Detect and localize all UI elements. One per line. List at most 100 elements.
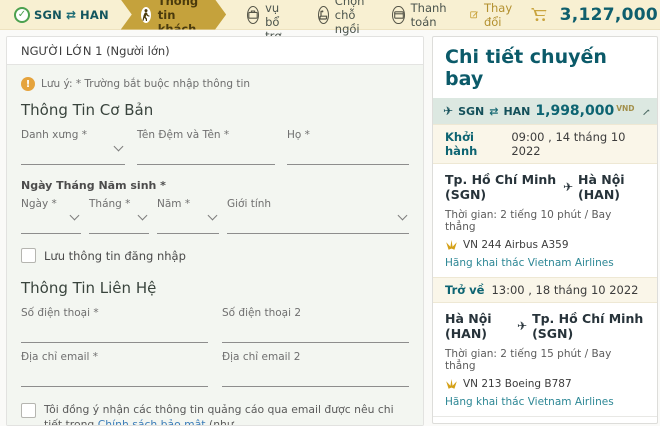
step-passenger-info[interactable]: Thông tin khách xyxy=(121,0,226,30)
marketing-consent-checkbox[interactable] xyxy=(21,403,36,418)
booking-steps-bar: ✓ SGN ⇄ HAN Thông tin khách Dịch vụ bổ t… xyxy=(0,0,660,30)
outbound-flight: VN 244 Airbus A359 xyxy=(463,239,569,251)
chevron-up-icon[interactable] xyxy=(642,109,649,116)
phone2-field[interactable]: Số điện thoại 2 xyxy=(222,305,409,343)
given-name-field[interactable]: Tên Đệm và Tên * xyxy=(137,127,275,165)
route-summary: ✓ SGN ⇄ HAN xyxy=(0,7,119,23)
inbound-header: Trở về 13:00 , 18 tháng 10 2022 xyxy=(433,277,657,303)
outbound-from: Tp. Hồ Chí Minh (SGN) xyxy=(445,172,558,202)
surname-field[interactable]: Họ * xyxy=(287,127,409,165)
change-booking-button[interactable]: Thay đổi xyxy=(470,1,516,29)
marketing-consent-row: Tôi đồng ý nhận các thông tin quảng cáo … xyxy=(21,403,409,426)
inbound-operator: Hãng khai thác Vietnam Airlines xyxy=(445,396,645,408)
plane-icon: ✈ xyxy=(443,104,453,118)
flight-summary-bar[interactable]: ✈ SGN ⇄ HAN 1,998,000VND xyxy=(433,98,657,124)
save-login-label: Lưu thông tin đăng nhập xyxy=(44,249,186,263)
required-note: ! Lưu ý: * Trường bắt buộc nhập thông ti… xyxy=(21,77,409,91)
note-label: Lưu ý: xyxy=(41,78,73,90)
dob-month-label: Tháng * xyxy=(89,198,149,210)
cart-icon[interactable] xyxy=(531,7,548,22)
flight-details-card: Chi tiết chuyến bay ✈ SGN ⇄ HAN 1,998,00… xyxy=(432,36,658,424)
passenger-form-body: ! Lưu ý: * Trường bắt buộc nhập thông ti… xyxy=(7,65,423,426)
outbound-duration: Thời gian: 2 tiếng 10 phút / Bay thẳng xyxy=(445,209,645,233)
gender-label: Giới tính xyxy=(227,198,409,210)
basic-info-heading: Thông Tin Cơ Bản xyxy=(21,101,409,119)
phone2-input[interactable] xyxy=(222,319,409,343)
phone2-label: Số điện thoại 2 xyxy=(222,307,409,319)
active-tab-notch xyxy=(119,93,137,101)
privacy-policy-link[interactable]: Chính sách bảo mật xyxy=(98,418,206,426)
step-payment[interactable]: Thanh toán xyxy=(392,1,452,29)
email-input[interactable] xyxy=(21,363,208,387)
gender-input[interactable] xyxy=(227,210,409,234)
summary-from: SGN xyxy=(458,105,484,118)
inbound-duration: Thời gian: 2 tiếng 15 phút / Bay thẳng xyxy=(445,348,645,372)
flight-details-title: Chi tiết chuyến bay xyxy=(433,37,657,98)
passenger-tab[interactable]: NGƯỜI LỚN 1 (Người lớn) xyxy=(7,37,423,65)
title-select[interactable]: Danh xưng * xyxy=(21,127,125,165)
email2-field[interactable]: Địa chỉ email 2 xyxy=(222,349,409,387)
email-label: Địa chỉ email * xyxy=(21,351,208,363)
email2-input[interactable] xyxy=(222,363,409,387)
outbound-detail: Tp. Hồ Chí Minh (SGN) ✈ Hà Nội (HAN) Thờ… xyxy=(433,164,657,277)
surname-input[interactable] xyxy=(287,141,409,165)
inbound-detail: Hà Nội (HAN) ✈ Tp. Hồ Chí Minh (SGN) Thờ… xyxy=(433,303,657,416)
edit-pencil-icon xyxy=(470,8,479,21)
outbound-operator: Hãng khai thác Vietnam Airlines xyxy=(445,257,645,269)
given-name-label: Tên Đệm và Tên * xyxy=(137,129,275,141)
dob-day-select[interactable]: Ngày * xyxy=(21,196,81,234)
inbound-label: Trở về xyxy=(445,283,484,297)
step-label: Thông tin khách xyxy=(158,0,204,36)
step-seat-selection[interactable]: Chọn chỗ ngồi xyxy=(318,0,372,36)
inbound-from: Hà Nội (HAN) xyxy=(445,311,512,341)
plane-icon: ✈ xyxy=(517,319,527,333)
surname-label: Họ * xyxy=(287,129,409,141)
passenger-form-card: NGƯỜI LỚN 1 (Người lớn) ! Lưu ý: * Trườn… xyxy=(6,36,424,426)
phone-input[interactable] xyxy=(21,319,208,343)
save-login-checkbox[interactable] xyxy=(21,248,36,263)
dob-heading: Ngày Tháng Năm sinh * xyxy=(21,179,409,192)
note-text: * Trường bắt buộc nhập thông tin xyxy=(76,78,250,90)
outbound-to: Hà Nội (HAN) xyxy=(578,172,645,202)
outbound-label: Khởi hành xyxy=(445,130,504,158)
briefcase-icon xyxy=(247,6,259,24)
inbound-datetime: 13:00 , 18 tháng 10 2022 xyxy=(491,283,638,297)
route-from: SGN xyxy=(34,8,62,22)
title-input[interactable] xyxy=(21,141,125,165)
cart-total: 3,127,000 VND xyxy=(560,5,660,25)
given-name-input[interactable] xyxy=(137,141,275,165)
credit-card-icon xyxy=(392,6,404,24)
title-label: Danh xưng * xyxy=(21,129,125,141)
route-to: HAN xyxy=(80,8,109,22)
contact-info-heading: Thông Tin Liên Hệ xyxy=(21,279,409,297)
inbound-flight: VN 213 Boeing B787 xyxy=(463,378,572,390)
swap-route-icon: ⇄ xyxy=(489,105,498,118)
step-label: Chọn chỗ ngồi xyxy=(335,0,372,36)
dob-year-select[interactable]: Năm * xyxy=(157,196,219,234)
warning-icon: ! xyxy=(21,77,35,91)
step-label: Thanh toán xyxy=(411,1,453,29)
passenger-walk-icon xyxy=(141,7,151,23)
phone-field[interactable]: Số điện thoại * xyxy=(21,305,208,343)
email2-label: Địa chỉ email 2 xyxy=(222,351,409,363)
plane-icon: ✈ xyxy=(563,180,573,194)
change-label: Thay đổi xyxy=(484,1,517,29)
seat-icon xyxy=(318,6,329,24)
email-field[interactable]: Địa chỉ email * xyxy=(21,349,208,387)
outbound-datetime: 09:00 , 14 tháng 10 2022 xyxy=(511,130,645,158)
route-complete-check-icon: ✓ xyxy=(14,7,30,23)
passenger-tab-title: NGƯỜI LỚN 1 (Người lớn) xyxy=(21,44,170,58)
pax-price-row: Người lớn x 1 1,998,000VND xyxy=(433,416,657,424)
gender-select[interactable]: Giới tính xyxy=(227,196,409,234)
consent-text: Tôi đồng ý nhận các thông tin quảng cáo … xyxy=(44,403,409,426)
summary-price: 1,998,000VND xyxy=(535,103,634,119)
cart-total-amount: 3,127,000 xyxy=(560,5,658,25)
swap-route-icon: ⇄ xyxy=(66,8,76,22)
dob-year-label: Năm * xyxy=(157,198,219,210)
dob-day-label: Ngày * xyxy=(21,198,81,210)
dob-month-select[interactable]: Tháng * xyxy=(89,196,149,234)
airline-lotus-icon xyxy=(445,240,458,250)
summary-to: HAN xyxy=(503,105,530,118)
phone-label: Số điện thoại * xyxy=(21,307,208,319)
inbound-to: Tp. Hồ Chí Minh (SGN) xyxy=(532,311,645,341)
